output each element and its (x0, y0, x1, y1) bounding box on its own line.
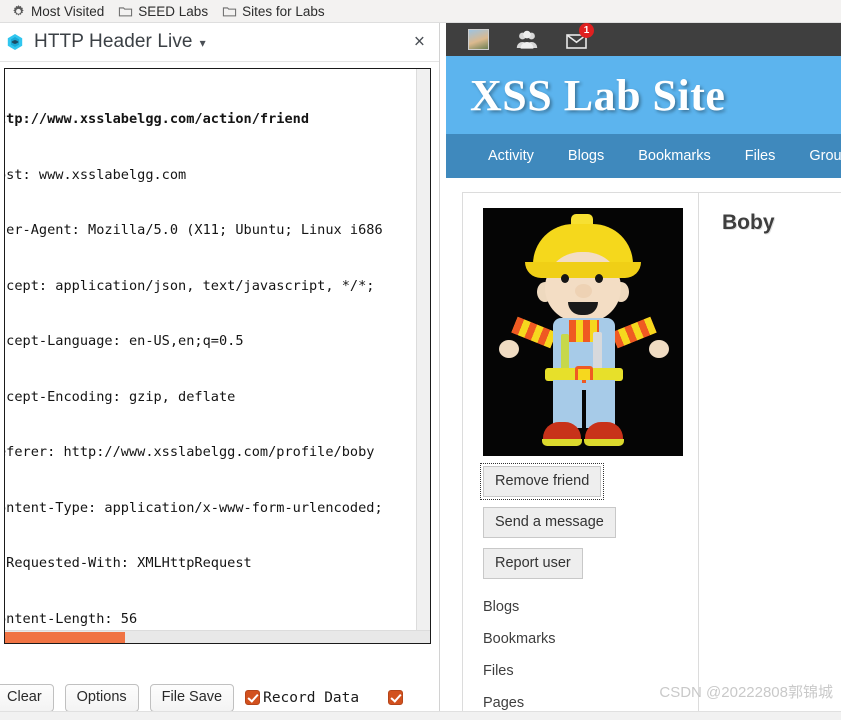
profile-display-name: Boby (722, 211, 775, 234)
user-avatar-icon[interactable] (468, 29, 489, 50)
http-header-line: ccept: application/json, text/javascript… (5, 277, 375, 294)
profile-link-files[interactable]: Files (483, 663, 698, 679)
bookmark-most-visited[interactable]: Most Visited (4, 0, 111, 22)
profile-link-blogs[interactable]: Blogs (483, 599, 698, 615)
page-body: Remove friend Send a message Report user… (446, 178, 841, 720)
file-save-button[interactable]: File Save (149, 683, 235, 712)
folder-icon (222, 4, 237, 19)
http-header-live-panel: HTTP Header Live ▾ × ttp://www.xsslabelg… (0, 23, 440, 720)
friends-group-icon[interactable] (515, 29, 539, 51)
http-header-live-logo-icon (6, 33, 24, 51)
http-header-lines: ttp://www.xsslabelgg.com/action/friend o… (5, 73, 417, 643)
autoscroll-checkbox[interactable] (388, 690, 404, 705)
chevron-down-icon[interactable]: ▾ (200, 36, 206, 50)
bookmark-label: SEED Labs (138, 3, 209, 19)
profile-photo[interactable] (483, 208, 683, 456)
http-header-live-titlebar: HTTP Header Live ▾ × (0, 23, 439, 62)
http-header-live-title: HTTP Header Live (34, 31, 193, 52)
messages-badge: 1 (579, 23, 594, 38)
http-header-line: ser-Agent: Mozilla/5.0 (X11; Ubuntu; Lin… (5, 222, 383, 238)
bookmark-label: Sites for Labs (242, 3, 325, 19)
site-navigation: Activity Blogs Bookmarks Files Grou (446, 134, 841, 178)
site-title: XSS Lab Site (470, 70, 726, 120)
close-icon[interactable]: × (414, 33, 425, 52)
options-button[interactable]: Options (64, 683, 139, 712)
bookmark-sites-for-labs[interactable]: Sites for Labs (215, 0, 332, 22)
http-header-line: ccept-Language: en-US,en;q=0.5 (5, 333, 244, 349)
profile-detail: Boby (699, 193, 841, 719)
nav-item-activity[interactable]: Activity (488, 148, 534, 164)
elgg-topbar: 1 (446, 23, 841, 56)
envelope-icon[interactable]: 1 (565, 23, 594, 51)
star-gear-icon (11, 4, 26, 19)
bookmark-seed-labs[interactable]: SEED Labs (111, 0, 215, 22)
bob-the-builder-toy-photo (483, 208, 683, 456)
report-user-button[interactable]: Report user (483, 548, 583, 579)
xss-lab-site-page: 1 XSS Lab Site Activity Blogs Bookmarks … (446, 23, 841, 720)
http-header-live-viewer[interactable]: ttp://www.xsslabelgg.com/action/friend o… (4, 68, 431, 644)
bookmark-label: Most Visited (31, 3, 105, 19)
horizontal-scrollbar-thumb[interactable] (5, 632, 125, 643)
record-data-checkbox-wrap[interactable]: Record Data (245, 690, 359, 706)
http-header-line: -Requested-With: XMLHttpRequest (5, 555, 252, 571)
bookmarks-bar: Most Visited SEED Labs Sites for Labs (0, 0, 841, 23)
send-a-message-button[interactable]: Send a message (483, 507, 616, 538)
clear-button[interactable]: Clear (0, 683, 54, 712)
window-bottom-strip (0, 711, 841, 720)
remove-friend-button[interactable]: Remove friend (479, 463, 605, 500)
horizontal-scrollbar[interactable] (5, 630, 430, 643)
http-header-line: ttp://www.xsslabelgg.com/action/friend (5, 111, 309, 127)
vertical-scrollbar[interactable] (416, 69, 430, 643)
profile-link-bookmarks[interactable]: Bookmarks (483, 631, 698, 647)
watermark: CSDN @20222808郭锦城 (659, 684, 833, 701)
nav-item-files[interactable]: Files (745, 148, 776, 164)
profile-sidebar: Remove friend Send a message Report user… (463, 193, 699, 719)
nav-item-groups[interactable]: Grou (809, 148, 841, 164)
record-data-checkbox[interactable] (245, 690, 261, 705)
http-header-line: ost: www.xsslabelgg.com (5, 166, 187, 183)
http-header-line: ontent-Type: application/x-www-form-urle… (5, 499, 383, 516)
http-header-line: ontent-Length: 56 (5, 610, 138, 627)
profile-card: Remove friend Send a message Report user… (462, 192, 841, 720)
folder-icon (118, 4, 133, 19)
screen-root: Most Visited SEED Labs Sites for Labs HT… (0, 0, 841, 720)
http-header-line: ccept-Encoding: gzip, deflate (5, 388, 236, 405)
nav-item-bookmarks[interactable]: Bookmarks (638, 148, 711, 164)
nav-item-blogs[interactable]: Blogs (568, 148, 604, 164)
http-header-line: eferer: http://www.xsslabelgg.com/profil… (5, 444, 375, 460)
http-header-scrollport: ttp://www.xsslabelgg.com/action/friend o… (5, 69, 417, 643)
site-banner: XSS Lab Site (446, 56, 841, 134)
http-header-live-viewer-wrap: ttp://www.xsslabelgg.com/action/friend o… (0, 63, 431, 673)
record-data-label: Record Data (263, 689, 360, 706)
